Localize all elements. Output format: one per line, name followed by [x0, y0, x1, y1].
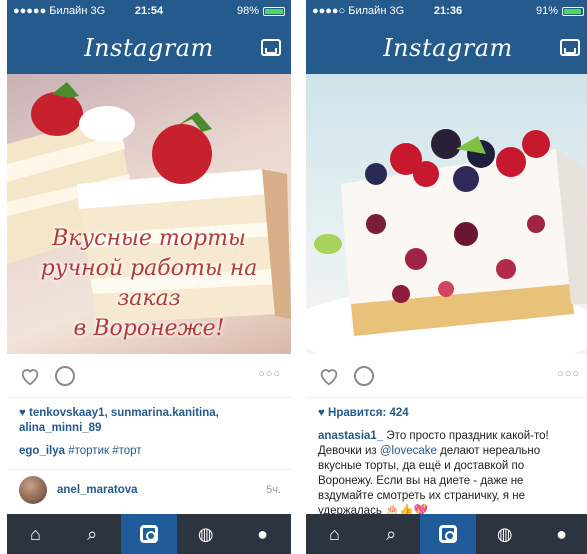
- comment-row: ego_ilya #тортик #торт: [7, 440, 291, 463]
- post-photo[interactable]: [306, 74, 587, 354]
- caption-mention[interactable]: @lovecake: [380, 445, 437, 457]
- post-caption: anastasia1_ Это просто праздник какой-то…: [306, 425, 587, 523]
- small-heart-icon: ♥: [19, 407, 26, 419]
- battery-icon: [263, 6, 285, 16]
- post-actions: ○○○: [306, 354, 587, 398]
- commenter-name[interactable]: anel_maratova: [57, 484, 138, 496]
- caption-username[interactable]: anastasia1_: [318, 430, 383, 442]
- app-header: Instagram: [306, 22, 587, 74]
- inbox-icon[interactable]: [560, 39, 580, 56]
- profile-icon[interactable]: ●: [533, 514, 587, 554]
- small-heart-icon: ♥: [318, 407, 325, 419]
- more-icon[interactable]: ○○○: [258, 368, 281, 380]
- comment-username[interactable]: ego_ilya: [19, 445, 65, 457]
- activity-icon[interactable]: ◍: [476, 514, 533, 554]
- left-phone-screen: ●●●●● Билайн 3G 21:54 98% Instagram Вкус: [7, 0, 291, 554]
- likes-line: ♥ tenkovskaay1, sunmarina.kanitina, alin…: [7, 398, 291, 440]
- search-icon[interactable]: ⌕: [64, 514, 121, 554]
- instagram-logo: Instagram: [383, 34, 513, 62]
- liked-by-users[interactable]: tenkovskaay1, sunmarina.kanitina, alina_…: [19, 407, 219, 434]
- instagram-logo: Instagram: [84, 34, 214, 62]
- activity-icon[interactable]: ◍: [177, 514, 234, 554]
- comment-text[interactable]: #тортик #торт: [68, 445, 141, 457]
- right-phone-screen: ●●●●○ Билайн 3G 21:36 91% Instagram ○○○ …: [306, 0, 587, 554]
- search-icon[interactable]: ⌕: [363, 514, 420, 554]
- carrier-signal: ●●●●○ Билайн 3G: [312, 5, 405, 17]
- more-icon[interactable]: ○○○: [557, 368, 580, 380]
- inbox-icon[interactable]: [261, 39, 281, 56]
- home-icon[interactable]: ⌂: [306, 514, 363, 554]
- heart-icon[interactable]: [318, 365, 340, 387]
- status-bar: ●●●●○ Билайн 3G 21:36 91%: [306, 0, 587, 22]
- battery-percent: 98%: [236, 5, 259, 17]
- carrier-signal: ●●●●● Билайн 3G: [13, 5, 106, 17]
- comment-icon[interactable]: [55, 365, 75, 386]
- overlay-line-2: ручной работы на заказ: [40, 256, 258, 311]
- likes-line: ♥ Нравится: 424: [306, 398, 587, 425]
- battery-indicator: 91%: [536, 5, 584, 17]
- likes-count[interactable]: Нравится: 424: [328, 407, 409, 419]
- camera-icon[interactable]: [419, 514, 477, 554]
- app-header: Instagram: [7, 22, 291, 74]
- tab-bar: ⌂ ⌕ ◍ ●: [306, 514, 587, 554]
- avatar[interactable]: [19, 476, 47, 504]
- post-time: 5ч.: [266, 484, 281, 496]
- profile-icon[interactable]: ●: [234, 514, 291, 554]
- commenter-row[interactable]: anel_maratova 5ч.: [7, 469, 291, 510]
- battery-icon: [562, 6, 584, 16]
- tab-bar: ⌂ ⌕ ◍ ●: [7, 514, 291, 554]
- overlay-line-3: в Воронеже!: [73, 316, 225, 341]
- battery-indicator: 98%: [237, 5, 285, 17]
- battery-percent: 91%: [535, 5, 558, 17]
- camera-icon[interactable]: [120, 514, 178, 554]
- heart-icon[interactable]: [19, 365, 41, 387]
- status-bar: ●●●●● Билайн 3G 21:54 98%: [7, 0, 291, 22]
- comment-icon[interactable]: [354, 365, 374, 386]
- overlay-line-1: Вкусные торты: [52, 226, 246, 251]
- cheesecake-illustration: [306, 129, 587, 354]
- post-actions: ○○○: [7, 354, 291, 398]
- home-icon[interactable]: ⌂: [7, 514, 64, 554]
- post-photo[interactable]: Вкусные торты ручной работы на заказ в В…: [7, 74, 291, 354]
- photo-caption-overlay: Вкусные торты ручной работы на заказ в В…: [7, 224, 291, 344]
